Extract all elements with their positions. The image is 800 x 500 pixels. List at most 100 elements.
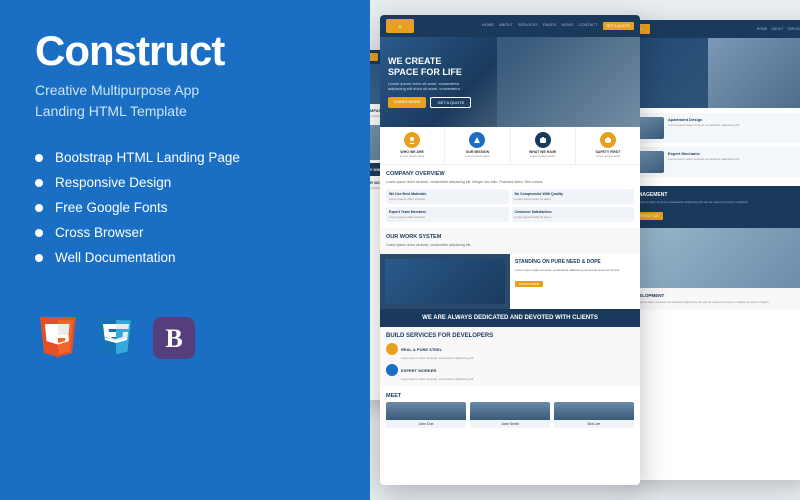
lp-logo (370, 53, 378, 61)
brand-subtitle: Creative Multipurpose App Landing HTML T… (35, 80, 335, 122)
mp-team-row: John Doe Jane Smith Bob Lee (386, 402, 634, 428)
mp-dedicated-text: We Are Always Dedicated And Devoted With… (386, 315, 634, 321)
svg-text:5: 5 (57, 354, 60, 360)
mp-icon-mission: OUR MISSION Lorem ipsum dolor (445, 127, 510, 164)
mp-build-title: BUILD SERVICES FOR DEVELOPERS (386, 333, 634, 339)
mp-overview: COMPANY OVERVIEW Lorem ipsum dolor sit a… (380, 165, 640, 228)
mp-icon-who: WHO WE ARE Lorem ipsum dolor (380, 127, 445, 164)
rp-nav-link: HOME (757, 27, 768, 31)
rp-nav-link: ABOUT (771, 27, 783, 31)
mp-team-photo (470, 402, 550, 420)
list-item: Well Documentation (35, 250, 335, 265)
mp-split-btn: LEARN MORE (515, 281, 543, 287)
bootstrap-badge: B (151, 315, 197, 361)
mp-team-photo (554, 402, 634, 420)
mp-split-section: STANDING ON PURE NEED & DOPE Lorem ipsum… (380, 254, 640, 309)
mp-icon-have: WHAT WE HAVE Lorem ipsum dolor (511, 127, 576, 164)
mp-navbar: C HOME ABOUT SERVICES PAGES NEWS CONTACT… (380, 15, 640, 37)
rp-card-title: Apartment Design (668, 117, 739, 122)
mp-icon-circle-safety (600, 132, 616, 148)
mp-icon-circle-have (535, 132, 551, 148)
mp-work-system-text: Lorem ipsum dolor sit amet, consectetur … (386, 243, 634, 248)
mp-icon-circle-who (404, 132, 420, 148)
mp-build-service-2: EXPERT WORKER (401, 368, 436, 373)
mp-icon-desc-safety: Lorem ipsum dolor (578, 155, 638, 159)
mp-team-card: Bob Lee (554, 402, 634, 428)
mp-build-service-1-text: Lorem ipsum dolor sit amet, consectetur … (401, 356, 634, 360)
mp-nav-link: ABOUT (499, 22, 513, 30)
mp-work-system: OUR WORK SYSTEM Lorem ipsum dolor sit am… (380, 228, 640, 254)
mp-icon-circle-mission (469, 132, 485, 148)
bullet-icon (35, 229, 43, 237)
mp-nav-link: PAGES (543, 22, 557, 30)
rp-card-title-2: Expert Mechanic (668, 151, 739, 156)
rp-nav-links: HOME ABOUT SERVICES (757, 27, 800, 31)
mp-work-system-title: OUR WORK SYSTEM (386, 234, 634, 240)
rp-footer-section: DEVELOPMENT Lorem ipsum dolor sit amet c… (625, 288, 800, 310)
mp-team-name: John Doe (386, 420, 466, 428)
mp-hero-desc: Lorem ipsum dolor sit amet, consectetura… (388, 81, 471, 92)
mp-team-photo (386, 402, 466, 420)
mp-meet-title: MEET (386, 393, 634, 399)
mp-icon-desc-have: Lorem ipsum dolor (513, 155, 573, 159)
mp-build-service-1: REAL & PURE STEEL (401, 347, 442, 352)
rp-hero-img (708, 38, 800, 108)
rp-blue-section: MANAGEMENT Lorem ipsum dolor sit amet co… (625, 186, 800, 228)
preview-right: C HOME ABOUT SERVICES Apartment Design L… (625, 20, 800, 480)
bullet-icon (35, 154, 43, 162)
mp-logo: C (386, 19, 414, 33)
mp-build-icon-2 (386, 364, 398, 376)
left-panel: Construct Creative Multipurpose App Land… (0, 0, 370, 500)
mp-get-quote-btn: GET A QUOTE (430, 97, 471, 108)
mp-split-text: Lorem ipsum dolor sit amet, consectetur … (515, 268, 635, 272)
mp-build-item-2: EXPERT WORKER (386, 364, 634, 376)
mp-overview-grid: We Use Best Materials Lorem ipsum dolor … (386, 189, 634, 222)
mp-team-name: Bob Lee (554, 420, 634, 428)
mp-build-services: BUILD SERVICES FOR DEVELOPERS REAL & PUR… (380, 327, 640, 387)
mp-hero: WE CREATESPACE FOR LIFE Lorem ipsum dolo… (380, 37, 640, 127)
mp-split-title: STANDING ON PURE NEED & DOPE (515, 259, 635, 266)
brand-title: Construct (35, 30, 335, 72)
mp-meet-section: MEET John Doe Jane Smith Bob Lee (380, 387, 640, 434)
mp-team-name: Jane Smith (470, 420, 550, 428)
mp-build-service-2-text: Lorem ipsum dolor sit amet, consectetur … (401, 377, 634, 381)
mp-overview-card: Expert Team Members Lorem ipsum dolor si… (386, 207, 509, 222)
rp-blue-title: MANAGEMENT (631, 192, 800, 198)
preview-main: C HOME ABOUT SERVICES PAGES NEWS CONTACT… (380, 15, 640, 485)
html5-badge: 5 (35, 315, 81, 361)
mp-icon-desc-mission: Lorem ipsum dolor (447, 155, 507, 159)
mp-quote-btn: GET A QUOTE (603, 22, 634, 30)
css3-badge: 3 (93, 315, 139, 361)
mp-nav-link: NEWS (561, 22, 573, 30)
mp-hero-title: WE CREATESPACE FOR LIFE (388, 56, 471, 78)
rp-cards-row: Apartment Design Lorem ipsum dolor sit a… (625, 108, 800, 186)
mp-overview-card: We Use Best Materials Lorem ipsum dolor … (386, 189, 509, 204)
mp-team-card: John Doe (386, 402, 466, 428)
rp-card: Apartment Design Lorem ipsum dolor sit a… (630, 113, 800, 143)
mp-nav-link: HOME (482, 22, 494, 30)
mp-learn-more-btn: LEARN MORE (388, 97, 426, 108)
rp-card-text-2: Lorem ipsum dolor sit amet consectetur a… (668, 157, 739, 161)
rp-card-content: Expert Mechanic Lorem ipsum dolor sit am… (668, 151, 739, 161)
mp-build-icon (386, 343, 398, 355)
mp-dedicated: We Are Always Dedicated And Devoted With… (380, 309, 640, 327)
rp-navbar: C HOME ABOUT SERVICES (625, 20, 800, 38)
mp-icons-row: WHO WE ARE Lorem ipsum dolor OUR MISSION… (380, 127, 640, 165)
mp-hero-overlay (497, 37, 640, 127)
mp-logo-text: C (399, 24, 402, 29)
list-item: Free Google Fonts (35, 200, 335, 215)
tech-badges: 5 3 B (35, 315, 335, 361)
mp-overview-card: Customer Satisfaction Lorem ipsum dolor … (512, 207, 635, 222)
bullet-icon (35, 179, 43, 187)
right-panel: COMPANY OVERVIEW Lorem ipsum dolor sit a… (370, 0, 800, 500)
mp-hero-btns: LEARN MORE GET A QUOTE (388, 97, 471, 108)
list-item: Responsive Design (35, 175, 335, 190)
mp-nav-link: SERVICES (518, 22, 538, 30)
rp-footer-title: DEVELOPMENT (630, 293, 800, 298)
rp-card: Expert Mechanic Lorem ipsum dolor sit am… (630, 147, 800, 177)
rp-bridge-section (625, 228, 800, 288)
rp-card-text: Lorem ipsum dolor sit amet consectetur a… (668, 123, 739, 127)
mp-hero-text: WE CREATESPACE FOR LIFE Lorem ipsum dolo… (388, 56, 471, 108)
rp-hero (625, 38, 800, 108)
mp-split-left-img (380, 254, 510, 309)
